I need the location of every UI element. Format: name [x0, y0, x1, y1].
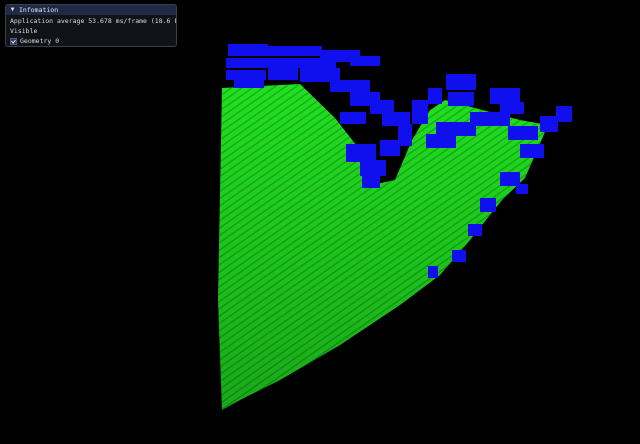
voxel-scene [218, 44, 572, 410]
render-viewport[interactable]: ▼ Infomation Application average 53.678 … [0, 0, 640, 444]
geometry-0-label: Geometry 0 [20, 37, 60, 45]
panel-body: Application average 53.678 ms/frame (18.… [6, 15, 176, 46]
triangle-down-icon[interactable]: ▼ [9, 5, 16, 15]
information-panel[interactable]: ▼ Infomation Application average 53.678 … [5, 4, 177, 47]
frame-stats-text: Application average 53.678 ms/frame (18.… [10, 17, 177, 25]
geometry-0-toggle[interactable]: Geometry 0 [10, 36, 172, 46]
panel-title-bar[interactable]: ▼ Infomation [6, 5, 176, 15]
checkbox-checked-icon[interactable] [10, 37, 17, 45]
visible-section-label: Visible [10, 27, 38, 35]
panel-title: Infomation [19, 6, 59, 14]
